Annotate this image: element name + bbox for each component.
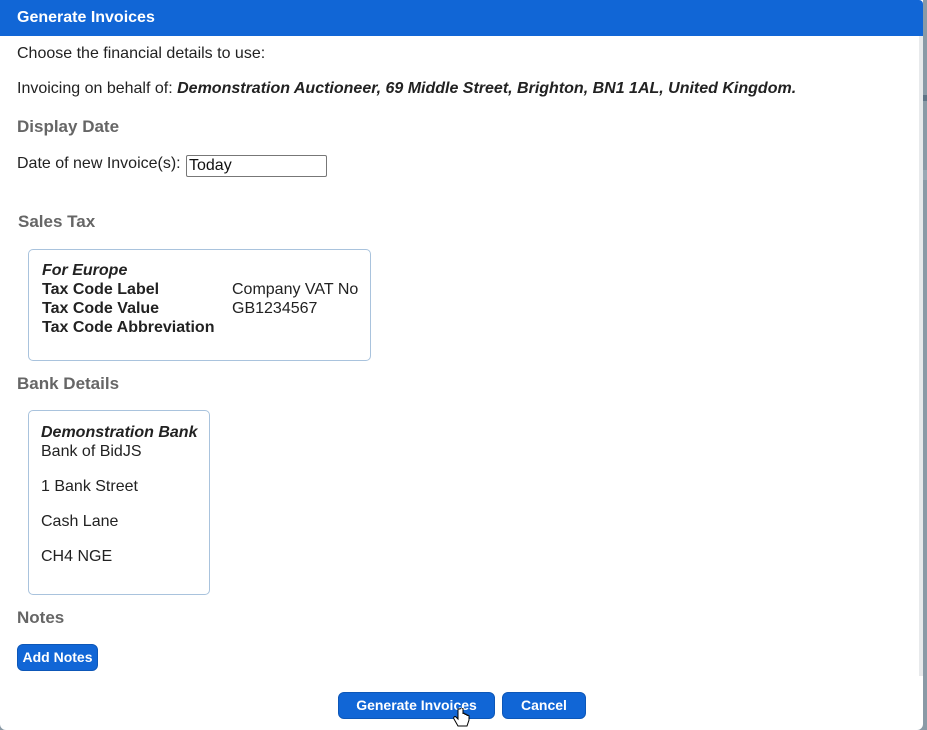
- generate-invoices-dialog: Generate Invoices Choose the financial d…: [0, 0, 923, 730]
- bank-name: Demonstration Bank: [41, 424, 198, 441]
- bank-line: Cash Lane: [41, 513, 119, 530]
- sales-tax-heading: Sales Tax: [18, 212, 96, 231]
- bank-line: 1 Bank Street: [41, 478, 138, 495]
- behalf-value: Demonstration Auctioneer, 69 Middle Stre…: [177, 80, 797, 97]
- bank-details-box: Demonstration Bank Bank of BidJS 1 Bank …: [28, 410, 210, 595]
- bank-line: CH4 NGE: [41, 548, 113, 565]
- date-label: Date of new Invoice(s):: [17, 155, 181, 172]
- display-date-heading: Display Date: [17, 117, 120, 136]
- behalf-prefix: Invoicing on behalf of:: [17, 80, 173, 97]
- tax-code-abbreviation-label: Tax Code Abbreviation: [42, 319, 215, 336]
- dialog-titlebar: Generate Invoices: [0, 0, 923, 36]
- dialog-title: Generate Invoices: [17, 9, 155, 26]
- tax-region: For Europe: [42, 262, 128, 279]
- hand-cursor-icon: [453, 708, 470, 727]
- cancel-button[interactable]: Cancel: [502, 692, 586, 719]
- scrollbar[interactable]: [919, 36, 923, 676]
- behalf-line: Invoicing on behalf of: Demonstration Au…: [17, 80, 796, 98]
- notes-heading: Notes: [17, 608, 65, 627]
- date-input[interactable]: [186, 155, 327, 177]
- tax-code-value-value: GB1234567: [232, 300, 318, 317]
- sales-tax-box: For Europe Tax Code Label Company VAT No…: [28, 249, 371, 361]
- tax-code-value-label: Tax Code Value: [42, 300, 160, 317]
- bank-line: Bank of BidJS: [41, 443, 142, 460]
- tax-code-label-value: Company VAT No: [232, 281, 359, 298]
- bank-details-heading: Bank Details: [17, 374, 120, 393]
- tax-code-label-label: Tax Code Label: [42, 281, 160, 298]
- add-notes-button[interactable]: Add Notes: [17, 644, 98, 671]
- intro-text: Choose the financial details to use:: [17, 45, 266, 62]
